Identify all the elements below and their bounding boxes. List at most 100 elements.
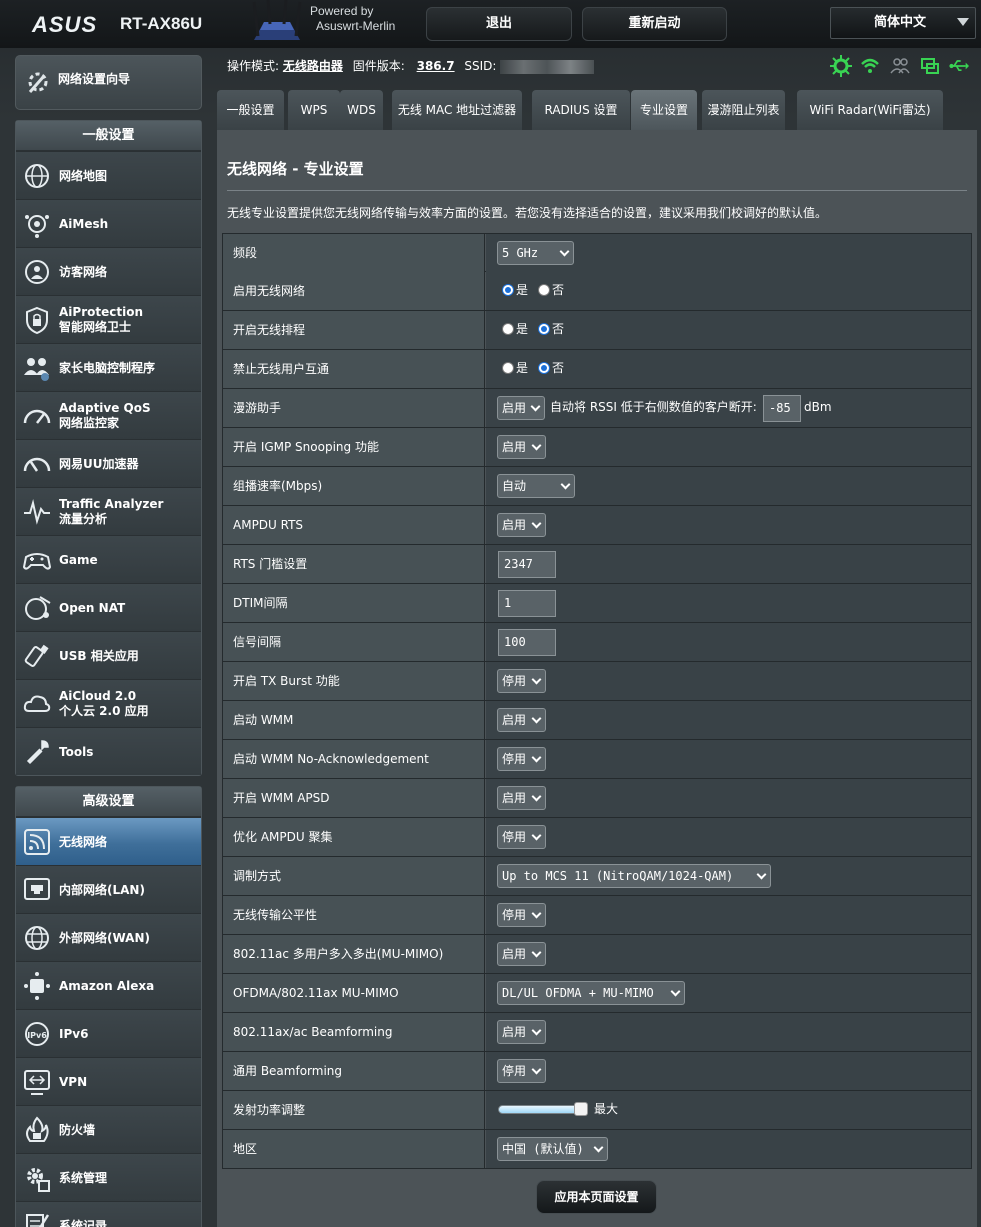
- chevron-down-icon: [957, 18, 969, 26]
- chevron-down-icon: [531, 1064, 542, 1075]
- sidebar-item-label: 访客网络: [59, 265, 108, 279]
- rssi-input[interactable]: -85: [763, 395, 801, 422]
- settings-row: 发射功率调整 最大: [222, 1091, 972, 1130]
- ssid-redacted: [500, 59, 595, 74]
- tab-6[interactable]: 漫游阻止列表: [702, 90, 785, 130]
- tab-4[interactable]: RADIUS 设置: [532, 90, 630, 130]
- setting-select[interactable]: 自动: [497, 474, 575, 498]
- tab-2[interactable]: WDS: [340, 90, 383, 130]
- settings-row: 地区 中国 (默认值): [222, 1130, 972, 1169]
- setting-select[interactable]: 停用: [497, 747, 546, 771]
- sidebar-item-aicloud[interactable]: AiCloud 2.0 个人云 2.0 应用: [16, 679, 201, 727]
- usb-status-icon[interactable]: [949, 56, 969, 76]
- setting-label: 802.11ax/ac Beamforming: [223, 1013, 485, 1051]
- setting-select[interactable]: 启用: [497, 396, 545, 420]
- sidebar-item-uu-accelerator[interactable]: 网易UU加速器: [16, 439, 201, 487]
- sidebar-item-lan[interactable]: 内部网络(LAN): [16, 865, 201, 913]
- sidebar-item-label: 网易UU加速器: [59, 457, 139, 471]
- setting-select[interactable]: DL/UL OFDMA + MU-MIMO: [497, 981, 685, 1005]
- setting-select[interactable]: 中国 (默认值): [497, 1137, 608, 1161]
- sidebar-item-label: AiMesh: [59, 217, 109, 231]
- setting-select[interactable]: 停用: [497, 825, 546, 849]
- setting-select[interactable]: 启用: [497, 513, 546, 537]
- radio-no[interactable]: [538, 323, 550, 335]
- chevron-down-icon: [531, 947, 542, 958]
- setting-label: AMPDU RTS: [223, 506, 485, 544]
- sidebar-item-label: AiProtection: [59, 305, 143, 319]
- chevron-down-icon: [531, 440, 542, 451]
- setting-input[interactable]: 2347: [498, 551, 556, 578]
- apply-button[interactable]: 应用本页面设置: [536, 1180, 657, 1214]
- setting-select[interactable]: 停用: [497, 903, 546, 927]
- tab-5[interactable]: 专业设置: [631, 90, 697, 130]
- setting-select[interactable]: 停用: [497, 669, 546, 693]
- setting-select[interactable]: Up to MCS 11 (NitroQAM/1024-QAM): [497, 864, 771, 888]
- radio-yes[interactable]: [502, 284, 514, 296]
- chevron-down-icon: [531, 908, 542, 919]
- radio-no[interactable]: [538, 284, 550, 296]
- setting-label: 启动 WMM No-Acknowledgement: [223, 740, 485, 778]
- sidebar-item-guest-network[interactable]: 访客网络: [16, 247, 201, 295]
- setup-wizard-button[interactable]: 网络设置向导: [15, 55, 202, 110]
- radio-yes[interactable]: [502, 323, 514, 335]
- link-status-icon[interactable]: [920, 56, 940, 76]
- sidebar-item-wireless[interactable]: 无线网络: [16, 817, 201, 865]
- sidebar-item-wan-globe[interactable]: 外部网络(WAN): [16, 913, 201, 961]
- sidebar-item-label: 网络地图: [59, 169, 108, 183]
- setting-select[interactable]: 启用: [497, 942, 546, 966]
- setting-select[interactable]: 5 GHz: [497, 241, 574, 265]
- sidebar-item-ipv6[interactable]: IPv6 IPv6: [16, 1009, 201, 1057]
- setting-label: 开启 WMM APSD: [223, 779, 485, 817]
- tx-power-slider[interactable]: [498, 1105, 584, 1114]
- settings-row: 802.11ac 多用户多入多出(MU-MIMO) 启用: [222, 935, 972, 974]
- tab-1[interactable]: WPS: [288, 90, 340, 130]
- guest-network-icon: [25, 260, 49, 284]
- slider-handle[interactable]: [574, 1102, 588, 1116]
- sidebar-item-system-log[interactable]: 系统记录: [16, 1201, 201, 1227]
- sidebar-item-admin-gear[interactable]: 系统管理: [16, 1153, 201, 1201]
- logout-button[interactable]: 退出: [426, 7, 572, 41]
- clients-icon[interactable]: [890, 56, 910, 76]
- setting-select[interactable]: 启用: [497, 1020, 546, 1044]
- reboot-button[interactable]: 重新启动: [582, 7, 727, 41]
- aimesh-icon: [25, 215, 49, 238]
- sidebar-item-aimesh[interactable]: AiMesh: [16, 199, 201, 247]
- general-settings-title: 一般设置: [16, 121, 201, 151]
- sidebar-item-network-map[interactable]: 网络地图: [16, 151, 201, 199]
- sidebar-item-parental-control[interactable]: 家长电脑控制程序: [16, 343, 201, 391]
- setting-label: RTS 门槛设置: [223, 545, 485, 583]
- uu-accelerator-icon: [23, 457, 51, 472]
- radio-yes[interactable]: [502, 362, 514, 374]
- settings-row: 漫游助手 启用 自动将 RSSI 低于右侧数值的客户断开: -85 dBm: [222, 389, 972, 428]
- sidebar-item-wrench[interactable]: Tools: [16, 727, 201, 775]
- sidebar-item-open-nat[interactable]: Open NAT: [16, 583, 201, 631]
- tab-3[interactable]: 无线 MAC 地址过滤器: [392, 90, 522, 130]
- setting-select[interactable]: 启用: [497, 435, 546, 459]
- sidebar-item-aiprotection[interactable]: AiProtection 智能网络卫士: [16, 295, 201, 343]
- sidebar-item-qos-gauge[interactable]: Adaptive QoS 网络监控家: [16, 391, 201, 439]
- wifi-status-icon[interactable]: [860, 56, 880, 76]
- setting-select[interactable]: 启用: [497, 708, 546, 732]
- sidebar-item-alexa[interactable]: Amazon Alexa: [16, 961, 201, 1009]
- setting-input[interactable]: 100: [498, 629, 556, 656]
- language-select[interactable]: 简体中文: [830, 7, 976, 39]
- powered-by: Powered by Asuswrt-Merlin: [310, 4, 396, 33]
- sidebar-item-vpn[interactable]: VPN: [16, 1057, 201, 1105]
- chevron-down-icon: [560, 479, 571, 490]
- radio-no[interactable]: [538, 362, 550, 374]
- firmware-link[interactable]: 386.7: [417, 59, 455, 73]
- sidebar-item-traffic-analyzer[interactable]: Traffic Analyzer 流量分析: [16, 487, 201, 535]
- sidebar-item-label: 外部网络(WAN): [59, 931, 150, 945]
- sidebar-item-firewall[interactable]: 防火墙: [16, 1105, 201, 1153]
- setting-select[interactable]: 停用: [497, 1059, 546, 1083]
- setting-input[interactable]: 1: [498, 590, 556, 617]
- sidebar-item-usb[interactable]: USB 相关应用: [16, 631, 201, 679]
- op-mode-link[interactable]: 无线路由器: [283, 59, 343, 73]
- tab-7[interactable]: WiFi Radar(WiFi雷达): [797, 90, 943, 130]
- settings-row: OFDMA/802.11ax MU-MIMO DL/UL OFDMA + MU-M…: [222, 974, 972, 1013]
- sidebar-item-gamepad[interactable]: Game: [16, 535, 201, 583]
- chevron-down-icon: [559, 246, 570, 257]
- tab-0[interactable]: 一般设置: [217, 90, 284, 130]
- cpu-status-icon[interactable]: [830, 55, 852, 77]
- setting-select[interactable]: 启用: [497, 786, 546, 810]
